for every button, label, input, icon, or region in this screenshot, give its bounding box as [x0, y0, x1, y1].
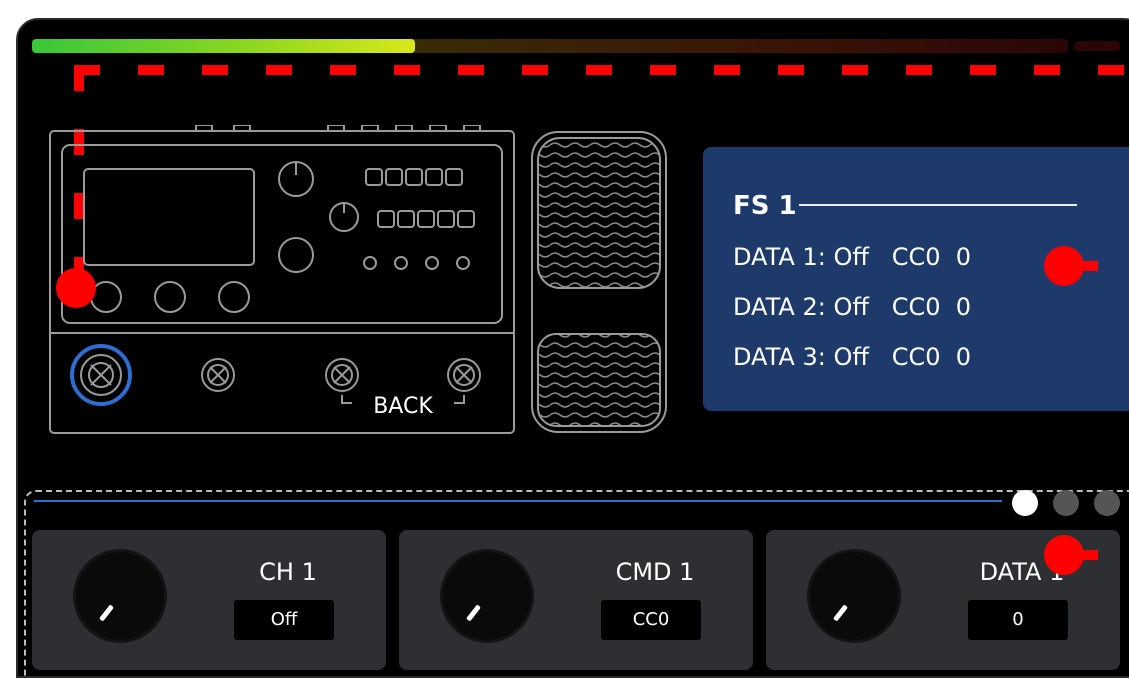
ch-value[interactable]: Off [234, 600, 334, 640]
fs-data-row: DATA 1: Off CC0 0 [733, 243, 972, 271]
device-screen: BACK FS 1 DATA 1: Off CC0 0 DATA 2: Off … [16, 18, 1129, 678]
fs-title-divider [799, 204, 1077, 206]
param-card-ch: CH 1 Off [32, 530, 386, 670]
pedal-device-illustration: BACK [49, 125, 515, 434]
selection-guide-horizontal [74, 65, 1129, 75]
fs-data-row: DATA 3: Off CC0 0 [733, 343, 972, 371]
ch-knob[interactable] [76, 552, 164, 640]
data-value[interactable]: 0 [968, 600, 1068, 640]
param-card-cmd: CMD 1 CC0 [399, 530, 753, 670]
ch-label: CH 1 [259, 558, 317, 586]
knob-indicator [832, 604, 849, 622]
fs-data-row: DATA 2: Off CC0 0 [733, 293, 972, 321]
fs-title: FS 1 [733, 191, 797, 221]
marker-dot [56, 268, 96, 308]
level-meter-peak [1074, 41, 1120, 51]
level-meter-fill [32, 39, 416, 53]
cmd-knob[interactable] [443, 552, 531, 640]
expression-pedal-illustration [531, 131, 667, 433]
back-label: BACK [373, 394, 433, 419]
marker-pin [1044, 246, 1098, 286]
page-dot-2[interactable] [1053, 490, 1079, 516]
knob-indicator [98, 604, 115, 622]
level-meter [32, 39, 1068, 53]
page-dot-3[interactable] [1094, 490, 1120, 516]
parameter-area-divider [34, 500, 1002, 502]
cmd-label: CMD 1 [615, 558, 695, 586]
page-dot-1[interactable] [1012, 490, 1038, 516]
cmd-value[interactable]: CC0 [601, 600, 701, 640]
marker-pin [1044, 535, 1098, 575]
data-knob[interactable] [810, 552, 898, 640]
knob-indicator [465, 604, 482, 622]
